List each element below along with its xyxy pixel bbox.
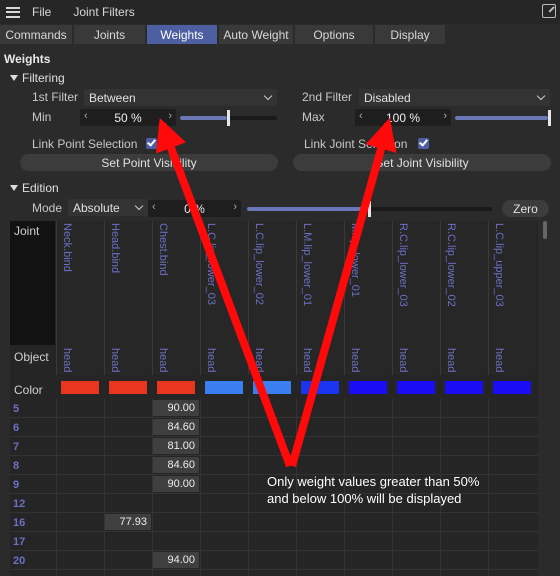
arrow-to-max-field: [288, 117, 397, 468]
annotation-text: Only weight values greater than 50% and …: [267, 473, 479, 507]
annotation-line-2: and below 100% will be displayed: [267, 491, 462, 506]
arrow-to-min-field: [155, 118, 294, 468]
annotation-line-1: Only weight values greater than 50%: [267, 474, 480, 489]
